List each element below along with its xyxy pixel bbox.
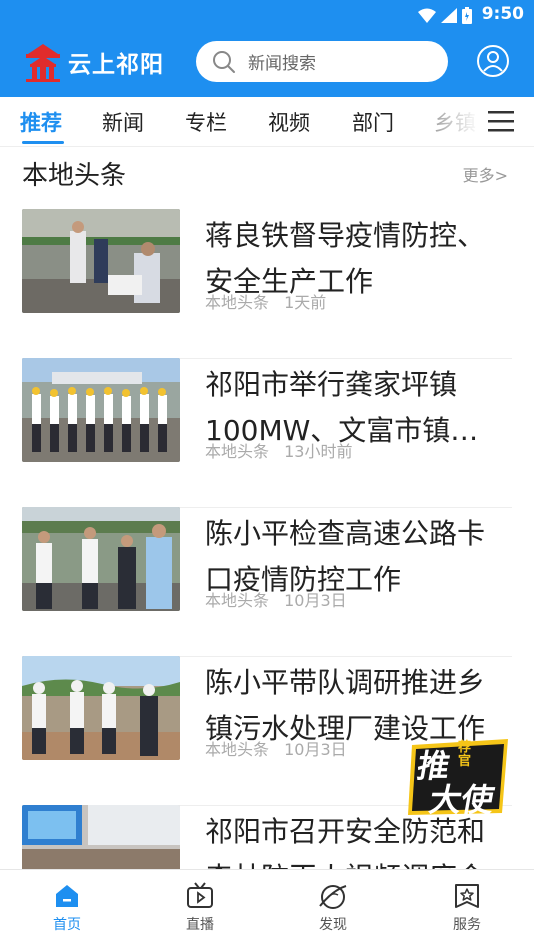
badge-ambassador: 大使 [426,781,498,819]
badge-char-2b: 官 [458,754,472,769]
planet-icon [319,885,347,909]
active-tab-indicator [22,141,64,144]
menu-icon[interactable] [488,110,514,132]
news-thumbnail [22,507,180,611]
home-icon [56,885,78,907]
tab-columns[interactable]: 专栏 [185,107,227,137]
news-meta: 本地头条 1天前 [205,289,336,313]
tab-departments[interactable]: 部门 [352,107,394,137]
tab-video[interactable]: 视频 [268,107,310,137]
more-link[interactable]: 更多> [463,162,508,186]
nav-service-label: 服务 [453,917,481,933]
bottom-navigation: 首页 直播 发现 服务 [0,869,534,950]
status-bar: 9:50 [0,0,534,30]
nav-discover-label: 发现 [319,917,347,933]
app-name: 云上祁阳 [68,52,164,78]
nav-discover[interactable]: 发现 [293,882,373,934]
app-logo[interactable]: 云上祁阳 [22,40,164,84]
nav-live[interactable]: 直播 [160,882,240,934]
search-placeholder: 新闻搜索 [248,54,316,74]
news-meta: 本地头条 10月3日 [205,736,357,760]
service-star-icon [455,884,479,908]
search-icon [213,50,235,73]
tv-live-icon [187,882,213,908]
news-meta: 本地头条 13小时前 [205,438,362,462]
news-thumbnail [22,358,180,462]
news-meta: 本地头条 10月3日 [205,587,357,611]
wifi-icon [418,8,436,23]
battery-icon [462,6,472,24]
news-source: 本地头条 [205,293,270,312]
tab-fade-overlay [420,97,480,145]
user-profile-icon[interactable] [476,44,510,78]
news-source: 本地头条 [205,442,270,461]
news-item[interactable]: 蒋良铁督导疫情防控、安全生产工作 本地头条 1天前 [22,209,512,359]
news-thumbnail [22,805,180,869]
news-time: 1天前 [284,293,327,312]
signal-icon [441,7,457,23]
news-item[interactable]: 陈小平检查高速公路卡口疫情防控工作 本地头条 10月3日 [22,507,512,657]
news-time: 10月3日 [284,740,347,759]
nav-live-label: 直播 [186,917,214,933]
news-item[interactable]: 祁阳市举行龚家坪镇100MW、文富市镇… 本地头条 13小时前 [22,358,512,508]
news-thumbnail [22,656,180,760]
tab-recommend[interactable]: 推荐 [20,107,62,137]
news-time: 13小时前 [284,442,353,461]
nav-home-label: 首页 [53,917,81,933]
status-time: 9:50 [481,4,524,24]
recommend-ambassador-badge[interactable]: 推 荐官 大使 [404,735,514,819]
badge-char-2: 荐官 [458,741,476,769]
news-time: 10月3日 [284,591,347,610]
news-source: 本地头条 [205,740,270,759]
news-source: 本地头条 [205,591,270,610]
tab-news[interactable]: 新闻 [102,107,144,137]
search-input[interactable]: 新闻搜索 [196,41,448,82]
section-title: 本地头条 [22,161,127,191]
pavilion-logo-icon [26,44,60,82]
nav-service[interactable]: 服务 [427,882,507,934]
badge-char-2a: 荐 [458,740,472,755]
news-thumbnail [22,209,180,313]
app-header: 9:50 云上祁阳 新闻搜索 [0,0,534,97]
status-icons [418,6,472,24]
nav-home[interactable]: 首页 [27,882,107,934]
